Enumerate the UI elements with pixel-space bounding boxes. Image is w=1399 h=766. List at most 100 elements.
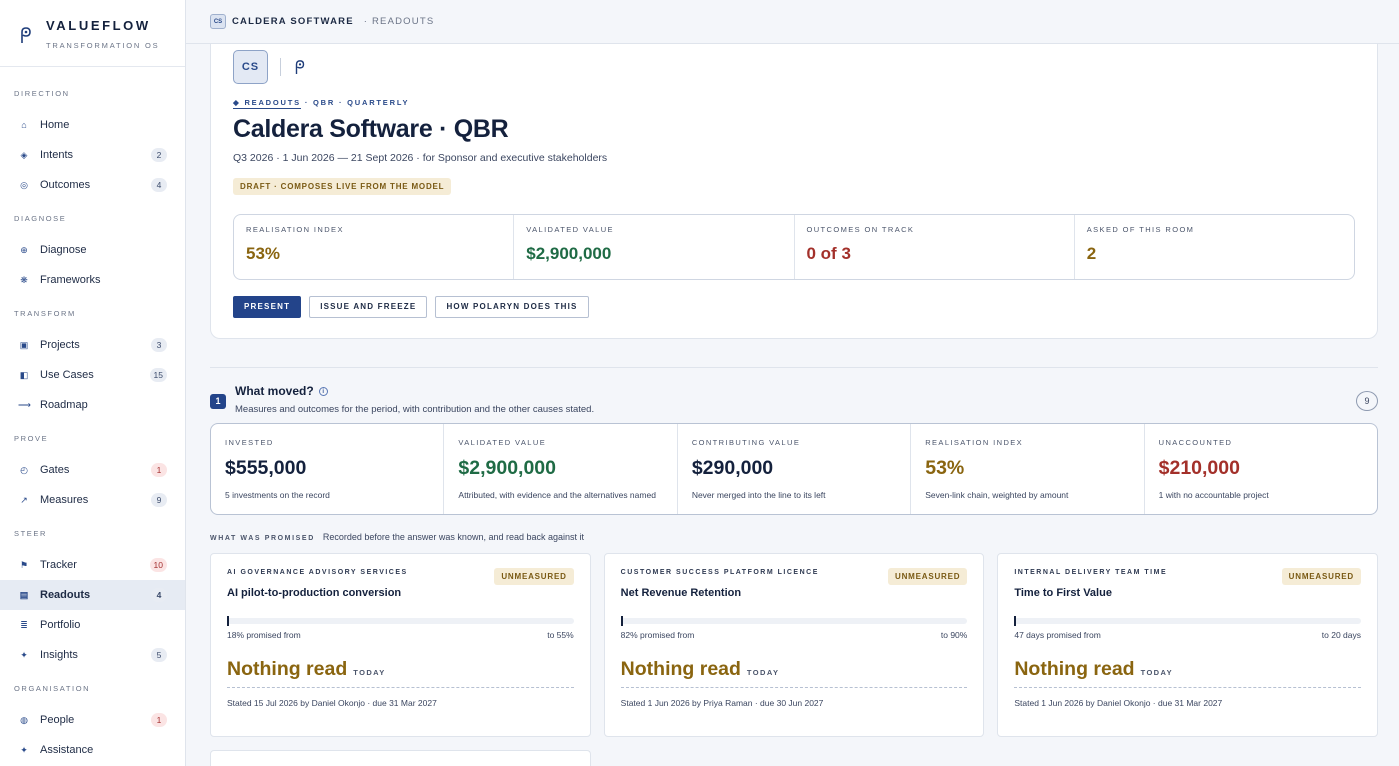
reading-when: TODAY bbox=[746, 668, 780, 677]
metrics-strip: INVESTED $555,000 5 investments on the r… bbox=[210, 423, 1378, 515]
progress-from: 18% promised from bbox=[227, 630, 301, 640]
issue-and-freeze-button[interactable]: ISSUE AND FREEZE bbox=[309, 296, 428, 318]
section-title-text: What moved? bbox=[235, 384, 314, 398]
outcomes-icon: ◎ bbox=[20, 179, 28, 190]
sidebar-item-assistance[interactable]: ✦ Assistance bbox=[0, 735, 185, 765]
breadcrumb: CS CALDERA SOFTWARE · READOUTS bbox=[186, 0, 1399, 44]
reading-value: Nothing read bbox=[1014, 658, 1135, 680]
sidebar-item-diagnose[interactable]: ⊕ Diagnose bbox=[0, 235, 185, 265]
count-badge: 5 bbox=[151, 648, 167, 662]
how-polaryn-button[interactable]: HOW POLARYN DOES THIS bbox=[435, 296, 589, 318]
sidebar-item-label: Frameworks bbox=[40, 274, 101, 286]
metric-value: $290,000 bbox=[691, 457, 774, 479]
client-logo: CS bbox=[233, 50, 268, 84]
projects-icon: ▣ bbox=[19, 339, 29, 350]
kpi-value: 0 of 3 bbox=[806, 244, 851, 263]
roadmap-icon: ⟶ bbox=[18, 399, 31, 410]
brand-name: VALUEFLOW bbox=[46, 18, 151, 33]
count-badge: 2 bbox=[151, 148, 167, 162]
brand-subtitle: TRANSFORMATION OS bbox=[46, 41, 160, 50]
kpi-label: VALIDATED VALUE bbox=[526, 225, 614, 234]
nav-section-label: TRANSFORM bbox=[14, 309, 76, 318]
app-shell: VALUEFLOW TRANSFORMATION OS DIRECTION ⌂ Ho… bbox=[0, 0, 1399, 766]
metric-label: INVESTED bbox=[225, 438, 274, 447]
count-badge: 4 bbox=[151, 178, 167, 192]
sidebar-item-frameworks[interactable]: ❋ Frameworks bbox=[0, 265, 185, 295]
sidebar-item-label: Measures bbox=[40, 494, 89, 506]
progress-from: 82% promised from bbox=[620, 630, 695, 640]
draft-badge: DRAFT · COMPOSES LIVE FROM THE MODEL bbox=[233, 178, 452, 195]
nav-group-organisation: ORGANISATION ◍ People 1 ✦ Assistance bbox=[0, 684, 185, 765]
sidebar-item-roadmap[interactable]: ⟶ Roadmap bbox=[0, 390, 185, 420]
nav-group-prove: PROVE ◴ Gates 1 ↗ Measures 9 bbox=[0, 434, 185, 515]
progress-marker bbox=[620, 616, 623, 626]
insights-icon: ✦ bbox=[20, 649, 28, 660]
metric-label: CONTRIBUTING VALUE bbox=[691, 438, 801, 447]
kpi-validated-value: VALIDATED VALUE $2,900,000 bbox=[514, 215, 795, 279]
promise-card[interactable]: AI GOVERNANCE ADVISORY SERVICES UNMEASUR… bbox=[210, 553, 591, 737]
sidebar-item-measures[interactable]: ↗ Measures 9 bbox=[0, 485, 185, 515]
workspace-badge[interactable]: CS bbox=[210, 14, 226, 29]
metric-invested: INVESTED $555,000 5 investments on the r… bbox=[211, 424, 445, 514]
sidebar-item-label: Gates bbox=[40, 464, 70, 476]
promise-card[interactable]: INTERNAL DELIVERY TEAM TIME UNMEASURED T… bbox=[997, 553, 1379, 737]
metric-value: 53% bbox=[925, 457, 965, 479]
brand[interactable]: VALUEFLOW TRANSFORMATION OS bbox=[0, 0, 185, 67]
sidebar-item-label: People bbox=[40, 714, 75, 726]
info-icon[interactable]: i bbox=[318, 386, 328, 396]
sidebar-item-label: Diagnose bbox=[40, 244, 87, 256]
sidebar-item-label: Portfolio bbox=[40, 619, 81, 631]
reading-when: TODAY bbox=[1140, 668, 1174, 677]
card-title: Time to First Value bbox=[1014, 587, 1112, 599]
what-moved-section: 1 What moved? i Measures and outcomes fo… bbox=[210, 384, 1379, 766]
sidebar-item-label: Roadmap bbox=[40, 399, 88, 411]
sidebar-item-portfolio[interactable]: ≣ Portfolio bbox=[0, 610, 185, 640]
count-badge: 4 bbox=[151, 588, 167, 602]
page-content: CS ◆ READOUTS · QBR · QUARTERLY Caldera … bbox=[186, 44, 1399, 766]
nav-section-label: DIAGNOSE bbox=[14, 214, 67, 223]
nav-section-label: DIRECTION bbox=[14, 89, 70, 98]
readout-hero: CS ◆ READOUTS · QBR · QUARTERLY Caldera … bbox=[210, 44, 1378, 339]
hero-eyebrow: ◆ READOUTS · QBR · QUARTERLY bbox=[233, 98, 1355, 109]
progress-to: to 20 days bbox=[1321, 630, 1362, 640]
progress-labels: 47 days promised from to 20 days bbox=[1014, 630, 1361, 640]
metric-note: Never merged into the line to its left bbox=[691, 490, 826, 500]
kpi-strip: REALISATION INDEX 53% VALIDATED VALUE $2… bbox=[233, 214, 1355, 280]
sidebar-item-use-cases[interactable]: ◧ Use Cases 15 bbox=[0, 360, 185, 390]
progress-marker bbox=[227, 616, 229, 626]
sidebar-item-intents[interactable]: ◈ Intents 2 bbox=[0, 140, 185, 170]
reading-when: TODAY bbox=[353, 668, 386, 677]
sidebar-item-tracker[interactable]: ⚑ Tracker 10 bbox=[0, 550, 185, 580]
section-title: What moved? i bbox=[235, 384, 594, 398]
measures-icon: ↗ bbox=[20, 494, 28, 505]
metric-validated-value: VALIDATED VALUE $2,900,000 Attributed, w… bbox=[444, 424, 678, 514]
sidebar-item-outcomes[interactable]: ◎ Outcomes 4 bbox=[0, 170, 185, 200]
progress-labels: 18% promised from to 55% bbox=[227, 630, 574, 640]
workspace-name[interactable]: CALDERA SOFTWARE bbox=[232, 16, 354, 27]
promise-card-peek[interactable] bbox=[210, 750, 591, 766]
main-area: CS CALDERA SOFTWARE · READOUTS CS ◆ READ… bbox=[186, 0, 1399, 766]
metric-note: Attributed, with evidence and the altern… bbox=[458, 490, 656, 500]
progress-to: to 55% bbox=[547, 630, 574, 640]
sidebar-item-readouts[interactable]: ▤ Readouts 4 bbox=[0, 580, 185, 610]
sidebar-item-home[interactable]: ⌂ Home bbox=[0, 110, 185, 140]
eyebrow-meta: · QBR · QUARTERLY bbox=[300, 98, 410, 107]
present-button[interactable]: PRESENT bbox=[233, 296, 302, 318]
sidebar-item-projects[interactable]: ▣ Projects 3 bbox=[0, 330, 185, 360]
section-count-badge[interactable]: 9 bbox=[1356, 391, 1378, 411]
use-cases-icon: ◧ bbox=[19, 369, 29, 380]
readouts-link[interactable]: ◆ READOUTS bbox=[233, 98, 301, 109]
nav-section-label: ORGANISATION bbox=[14, 684, 91, 693]
promise-card[interactable]: CUSTOMER SUCCESS PLATFORM LICENCE UNMEAS… bbox=[603, 553, 985, 737]
kpi-value: 2 bbox=[1086, 244, 1097, 263]
sidebar-item-label: Tracker bbox=[40, 559, 77, 571]
count-badge: 3 bbox=[151, 338, 167, 352]
sidebar-item-insights[interactable]: ✦ Insights 5 bbox=[0, 640, 185, 670]
count-badge: 9 bbox=[151, 493, 167, 507]
sidebar-item-gates[interactable]: ◴ Gates 1 bbox=[0, 455, 185, 485]
sidebar-item-people[interactable]: ◍ People 1 bbox=[0, 705, 185, 735]
people-icon: ◍ bbox=[20, 714, 28, 725]
unmeasured-badge: UNMEASURED bbox=[1281, 568, 1362, 585]
sidebar-item-label: Projects bbox=[40, 339, 80, 351]
promised-note: Recorded before the answer was known, an… bbox=[322, 532, 585, 542]
